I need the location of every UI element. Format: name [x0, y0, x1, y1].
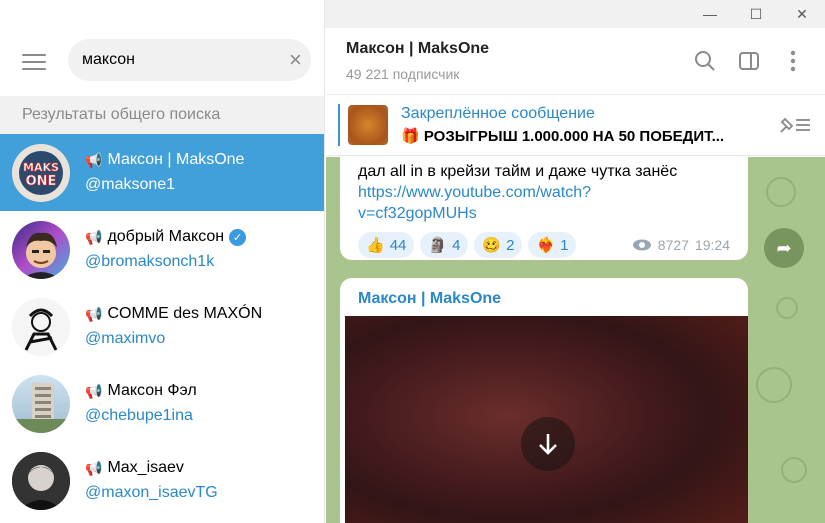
- result-name: COMME des MAXÓN: [107, 305, 263, 322]
- chat-header[interactable]: Максон | MaksOne 49 221 подписчик: [326, 28, 825, 95]
- sidebar-toggle-icon[interactable]: [737, 49, 761, 73]
- result-name: Max_isaev: [107, 459, 184, 476]
- result-name-row: 📢 добрый Максон ✓: [85, 228, 247, 246]
- result-item[interactable]: 📢 Max_isaev @maxon_isaevTG: [0, 442, 324, 519]
- pinned-text: 🎁 РОЗЫГРЫШ 1.000.000 НА 50 ПОБЕДИТ...: [401, 128, 725, 145]
- search-box: ×: [68, 39, 311, 81]
- unpin-icon[interactable]: [775, 115, 815, 135]
- chat-background: дал all in в крейзи тайм и даже чутка за…: [326, 157, 825, 523]
- more-options-icon[interactable]: [781, 49, 805, 73]
- avatar: [12, 297, 70, 356]
- link-line: v=cf32gopMUHs: [358, 205, 477, 222]
- megaphone-icon: 📢: [85, 305, 103, 322]
- result-item[interactable]: 📢 Максон Фэл @chebupe1ina: [0, 365, 324, 442]
- view-count: 8727: [657, 237, 689, 253]
- result-name-row: 📢 COMME des MAXÓN: [85, 305, 262, 323]
- message-author: Максон | MaksOne: [358, 290, 502, 307]
- megaphone-icon: 📢: [85, 151, 103, 168]
- cartoon-face-avatar: [22, 232, 60, 279]
- result-name: Максон Фэл: [107, 382, 197, 399]
- svg-text:MAKS: MAKS: [23, 161, 59, 174]
- result-name-row: 📢 Максон Фэл: [85, 382, 197, 400]
- heart-on-fire-icon: ❤️‍🔥: [536, 237, 556, 254]
- moai-icon: 🗿: [428, 237, 448, 254]
- result-handle: @maksone1: [85, 176, 176, 193]
- message-time: 19:24: [694, 237, 730, 253]
- chat-panel: Максон | MaksOne 49 221 подписчик Закреп…: [326, 28, 825, 523]
- blurred-media-preview[interactable]: [345, 316, 748, 523]
- left-sidebar: × Результаты общего поиска MAKS ONE 📢 Ма…: [0, 0, 325, 523]
- search-input[interactable]: [82, 51, 289, 69]
- building-photo-avatar: [12, 382, 70, 433]
- verified-badge-icon: ✓: [229, 228, 247, 246]
- person-photo-avatar: [12, 451, 70, 510]
- menu-button[interactable]: [0, 32, 68, 92]
- clear-search-icon[interactable]: ×: [289, 49, 302, 71]
- result-name: Максон | MaksOne: [107, 151, 245, 168]
- pinned-title: Закреплённое сообщение: [401, 105, 595, 122]
- message-text: дал all in в крейзи тайм и даже чутка за…: [358, 163, 678, 180]
- avatar: [12, 220, 70, 279]
- result-name-row: 📢 Максон | MaksOne: [85, 151, 244, 169]
- pinned-thumbnail: [348, 105, 388, 145]
- reaction-moai[interactable]: 🗿 4: [420, 232, 469, 258]
- result-item[interactable]: 📢 COMME des MAXÓN @maximvo: [0, 288, 324, 365]
- result-name: добрый Максон: [107, 228, 225, 245]
- hamburger-icon: [22, 54, 46, 70]
- search-results-list: MAKS ONE 📢 Максон | MaksOne @maksone1 📢 …: [0, 134, 324, 519]
- reaction-woozy[interactable]: 🥴 2: [474, 232, 523, 258]
- maximize-button[interactable]: ☐: [733, 0, 779, 28]
- section-header-global-search: Результаты общего поиска: [0, 96, 324, 134]
- forward-share-icon[interactable]: ➦: [764, 228, 804, 268]
- chat-title: Максон | MaksOne: [346, 40, 490, 57]
- views-eye-icon: [632, 239, 651, 251]
- woozy-face-icon: 🥴: [482, 237, 502, 254]
- reaction-count: 1: [560, 236, 569, 254]
- maksone-logo: MAKS ONE: [12, 143, 70, 202]
- reaction-count: 4: [452, 236, 461, 254]
- window-titlebar: — ☐ ✕: [325, 0, 825, 28]
- subscriber-count: 49 221 подписчик: [346, 66, 460, 82]
- link-line: https://www.youtube.com/watch?: [358, 184, 591, 201]
- megaphone-icon: 📢: [85, 459, 103, 476]
- megaphone-icon: 📢: [85, 228, 103, 245]
- reaction-count: 44: [389, 236, 407, 254]
- avatar: [12, 451, 70, 510]
- svg-text:ONE: ONE: [26, 174, 57, 189]
- result-item[interactable]: 📢 добрый Максон ✓ @bromaksonch1k: [0, 211, 324, 288]
- minimize-button[interactable]: —: [687, 0, 733, 28]
- avatar: MAKS ONE: [12, 143, 70, 202]
- result-item[interactable]: MAKS ONE 📢 Максон | MaksOne @maksone1: [0, 134, 324, 211]
- result-handle: @maximvo: [85, 330, 166, 347]
- pinned-indicator: [338, 104, 340, 146]
- reaction-heart-fire[interactable]: ❤️‍🔥 1: [528, 232, 577, 258]
- message-meta: 8727 19:24: [632, 237, 730, 253]
- message-bubble[interactable]: Максон | MaksOne: [340, 278, 748, 523]
- reactions-row: 👍 44 🗿 4 🥴 2 ❤️‍🔥 1 8727 19:24: [358, 232, 730, 258]
- reaction-count: 2: [506, 236, 515, 254]
- result-name-row: 📢 Max_isaev: [85, 459, 218, 477]
- result-handle: @chebupe1ina: [85, 407, 193, 424]
- avatar: [12, 374, 70, 433]
- result-handle: @bromaksonch1k: [85, 253, 215, 270]
- message-link[interactable]: https://www.youtube.com/watch? v=cf32gop…: [358, 182, 730, 224]
- reaction-thumbs-up[interactable]: 👍 44: [358, 232, 415, 258]
- thumbs-up-icon: 👍: [366, 237, 385, 254]
- result-handle: @maxon_isaevTG: [85, 484, 218, 501]
- message-bubble[interactable]: дал all in в крейзи тайм и даже чутка за…: [340, 157, 748, 260]
- search-icon[interactable]: [693, 49, 717, 73]
- sketch-person-avatar: [12, 297, 70, 356]
- close-window-button[interactable]: ✕: [779, 0, 825, 28]
- download-arrow-icon[interactable]: [521, 417, 575, 471]
- megaphone-icon: 📢: [85, 382, 103, 399]
- pinned-message-bar[interactable]: Закреплённое сообщение 🎁 РОЗЫГРЫШ 1.000.…: [326, 95, 825, 156]
